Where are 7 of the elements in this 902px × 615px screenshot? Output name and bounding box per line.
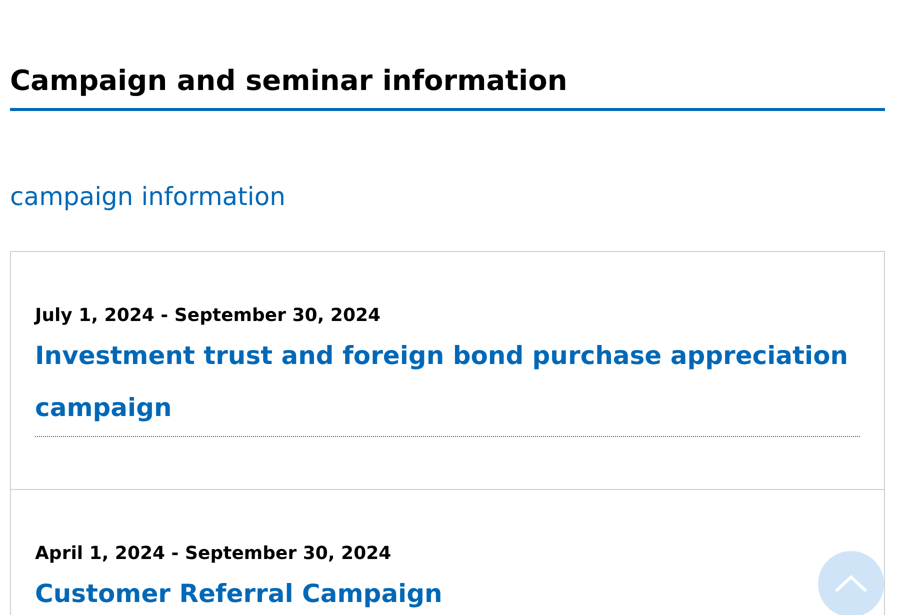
campaign-period: April 1, 2024 - September 30, 2024 [35, 542, 392, 566]
campaign-period: July 1, 2024 - September 30, 2024 [35, 304, 382, 328]
chevron-up-icon [834, 575, 868, 593]
campaign-link[interactable]: Customer Referral Campaign [35, 568, 442, 615]
section-title: campaign information [10, 181, 287, 213]
campaign-link[interactable]: Investment trust and foreign bond purchase appreciation campaign [35, 330, 860, 434]
page-title: Campaign and seminar information [10, 0, 885, 111]
